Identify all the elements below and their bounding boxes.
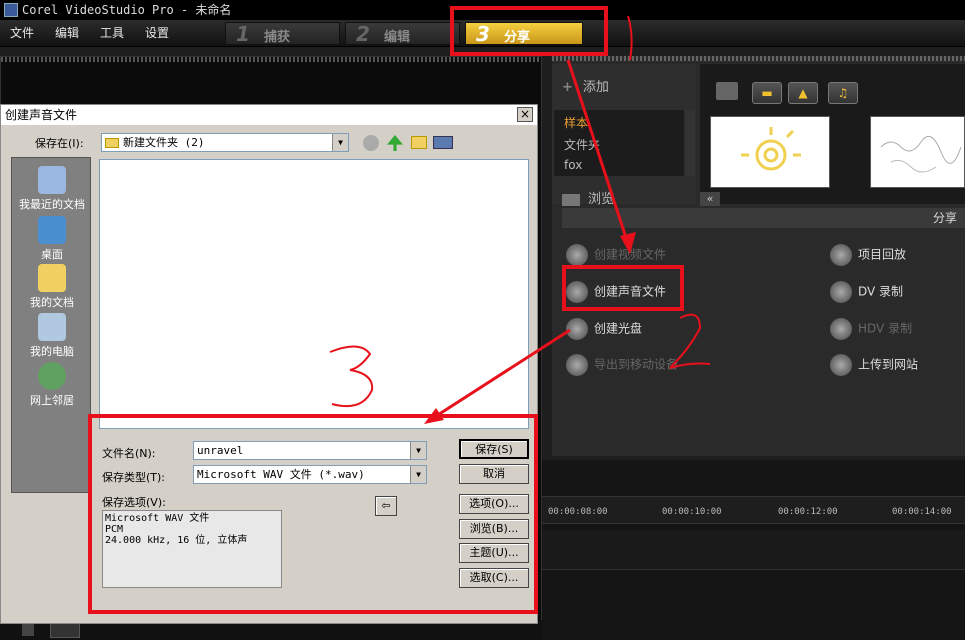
annotation-3: 3 xyxy=(340,360,346,371)
annotation-2: 2 xyxy=(690,330,696,341)
annotation-1: 1 xyxy=(620,10,626,21)
annotation-arrows xyxy=(329,15,711,424)
